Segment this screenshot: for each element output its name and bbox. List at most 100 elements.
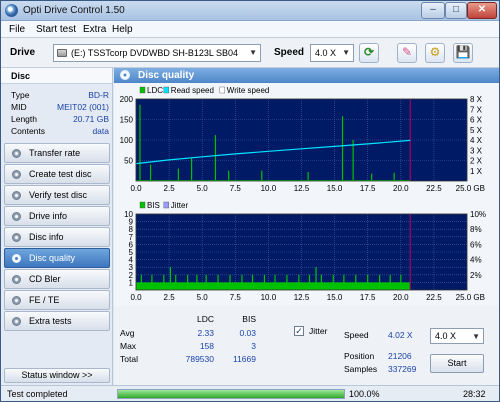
bis-bar (332, 274, 334, 290)
ldc-bar (149, 164, 152, 181)
status-window-button[interactable]: Status window >> (4, 368, 110, 383)
bis-bar (175, 274, 177, 290)
nav-verify-test-disc[interactable]: Verify test disc (4, 185, 110, 205)
legend-swatch (219, 86, 226, 94)
x-tick-label: 15.0 (327, 293, 343, 302)
config-icon[interactable]: ⚙ (425, 43, 445, 63)
nav-label: Disc info (29, 232, 64, 242)
info-label: Type (11, 90, 30, 100)
start-button[interactable]: Start (430, 354, 484, 373)
x-tick-label: 5.0 (197, 184, 209, 193)
max-label: Max (120, 341, 137, 351)
erase-icon[interactable]: ✎ (397, 43, 417, 63)
y2-tick-label: 4 X (470, 136, 483, 145)
stats-panel: LDC BIS Avg 2.33 0.03 Max 158 3 Total 78… (114, 306, 499, 385)
nav-transfer-rate[interactable]: Transfer rate (4, 143, 110, 163)
menu-file[interactable]: File (9, 24, 25, 35)
x-tick-label: 0.0 (130, 184, 142, 193)
info-value: data (92, 126, 109, 136)
position-label: Position (344, 351, 375, 361)
total-label: Total (120, 354, 138, 364)
chevron-down-icon: ▼ (472, 332, 480, 341)
title-bar[interactable]: Opti Drive Control 1.50 – □ ✕ (1, 1, 499, 21)
info-label: MID (11, 102, 27, 112)
y-tick-label: 1 (129, 278, 134, 287)
nav-drive-info[interactable]: Drive info (4, 206, 110, 226)
legend-swatch (139, 86, 146, 94)
disc-info-mid: MID MEIT02 (001) (11, 102, 109, 114)
close-button[interactable]: ✕ (467, 2, 497, 19)
disc-icon (12, 317, 21, 326)
disc-info-contents: Contents data (11, 126, 109, 138)
menu-start-test[interactable]: Start test (36, 24, 76, 35)
app-window: Opti Drive Control 1.50 – □ ✕ File Start… (0, 0, 500, 402)
progress-bar (117, 389, 345, 399)
legend-label: Write speed (227, 86, 270, 95)
bis-bar (187, 274, 189, 290)
speed-select[interactable]: 4.0 X ▼ (310, 44, 354, 62)
bis-bar (196, 274, 198, 290)
y2-tick-label: 10% (470, 210, 486, 219)
nav-disc-quality[interactable]: Disc quality (4, 248, 110, 268)
x-tick-label: 15.0 (327, 184, 343, 193)
y2-tick-label: 6 X (470, 116, 483, 125)
total-bis-value: 11669 (232, 354, 256, 364)
disc-info-type: Type BD-R (11, 90, 109, 102)
ldc-bar (393, 172, 395, 181)
bis-bar (389, 274, 391, 290)
bis-bar (140, 274, 142, 290)
test-speed-select-value: 4.0 X (435, 331, 457, 341)
nav-label: CD Bler (29, 274, 61, 284)
charts-area: 200 150 100 50 8 X7 X 6 X5 X4 X3 X 2 X1 X 0.0 2.… (114, 83, 499, 306)
nav-label: Disc quality (29, 253, 76, 263)
x-tick-label: 20.0 (393, 184, 409, 193)
window-title: Opti Drive Control 1.50 (23, 5, 125, 16)
minimize-button[interactable]: – (421, 2, 445, 19)
chevron-down-icon: ▼ (249, 48, 257, 57)
maximize-button[interactable]: □ (445, 2, 467, 19)
progress-fill (118, 390, 344, 398)
nav-extra-tests[interactable]: Extra tests (4, 311, 110, 331)
info-value: 20.71 GB (73, 114, 109, 124)
ldc-bar (371, 173, 373, 181)
nav-label: Extra tests (29, 316, 72, 326)
menu-help[interactable]: Help (112, 24, 133, 35)
avg-label: Avg (120, 328, 135, 338)
samples-label: Samples (344, 364, 378, 374)
drive-icon (57, 49, 67, 57)
disc-icon (12, 212, 21, 221)
menu-extra[interactable]: Extra (83, 24, 106, 35)
y-tick-label: 200 (120, 95, 134, 104)
ldc-bar (261, 170, 263, 181)
disc-panel-header: Disc (1, 68, 112, 84)
x-tick-label: 22.5 (426, 293, 442, 302)
legend-label: BIS (147, 201, 160, 210)
save-icon[interactable]: 💾 (453, 43, 473, 63)
x-tick-label: 17.5 (360, 293, 376, 302)
nav-label: Transfer rate (29, 148, 81, 158)
drive-select[interactable]: (E:) TSSTcorp DVDWBD SH-B123L SB04 ▼ (53, 44, 261, 62)
menu-bar: File Start test Extra Help (1, 21, 499, 38)
jitter-checkbox[interactable]: ✓ (294, 326, 304, 336)
nav-disc-info[interactable]: Disc info (4, 227, 110, 247)
bis-bar (241, 274, 243, 290)
drive-select-value: (E:) TSSTcorp DVDWBD SH-B123L SB04 (71, 48, 239, 58)
bis-bar (251, 274, 254, 290)
x-tick-label: 25.0 GB (456, 293, 485, 302)
nav-create-test-disc[interactable]: Create test disc (4, 164, 110, 184)
refresh-icon[interactable]: ⟳ (359, 43, 379, 63)
nav-fe-te[interactable]: FE / TE (4, 290, 110, 310)
disc-panel-title: Disc (11, 71, 31, 81)
y2-tick-label: 5 X (470, 126, 483, 135)
x-tick-label: 10.0 (261, 184, 277, 193)
test-speed-select[interactable]: 4.0 X ▼ (430, 328, 484, 344)
disc-icon (120, 70, 130, 80)
legend-swatch (163, 201, 169, 209)
bis-bar (308, 274, 311, 290)
nav-cd-bler[interactable]: CD Bler (4, 269, 110, 289)
x-tick-label: 25.0 GB (456, 184, 485, 193)
x-tick-label: 7.5 (230, 184, 242, 193)
bis-column-header: BIS (242, 314, 256, 324)
position-value: 21206 (388, 351, 412, 361)
y-tick-label: 50 (124, 157, 133, 166)
